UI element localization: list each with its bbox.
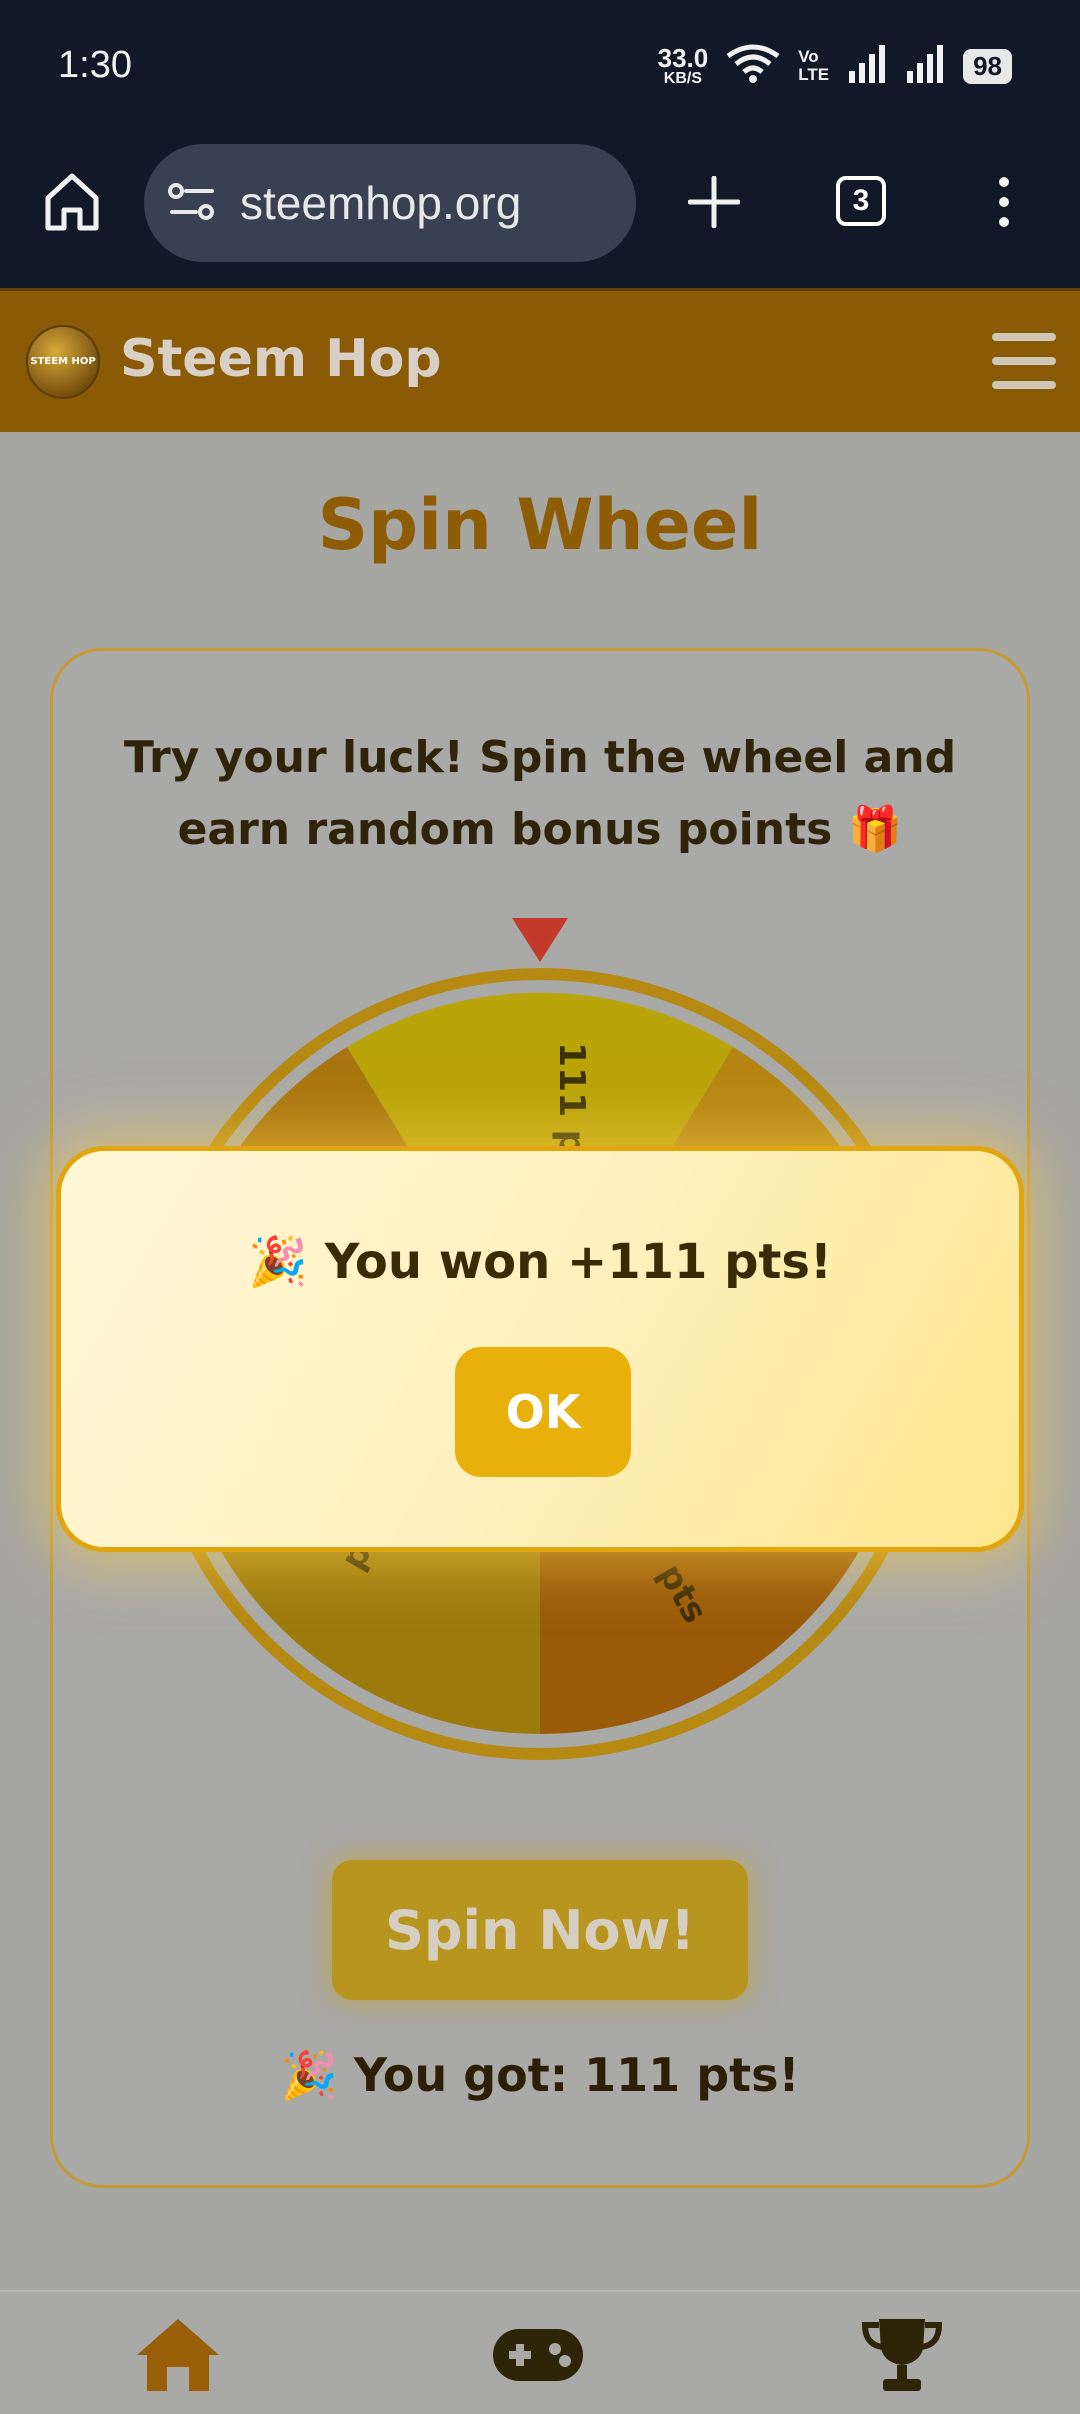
url-text[interactable]: steemhop.org — [240, 176, 521, 230]
wifi-icon — [726, 44, 780, 88]
menu-line — [992, 357, 1056, 365]
ok-button[interactable]: OK — [455, 1347, 631, 1477]
status-icons: 33.0 KB/S Vo LTE 98 — [658, 44, 1012, 88]
spin-result: 🎉 You got: 111 pts! — [0, 2048, 1080, 2103]
wheel-pointer-icon — [512, 918, 568, 962]
home-icon — [135, 2317, 221, 2397]
browser-toolbar: steemhop.org 3 — [0, 140, 1080, 288]
win-message-text: You won +111 pts! — [324, 1234, 832, 1290]
nav-games[interactable] — [478, 2312, 598, 2402]
volte-indicator: Vo LTE — [798, 48, 829, 84]
party-icon: 🎉 — [280, 2048, 338, 2102]
signal-icon-2 — [905, 45, 945, 87]
menu-icon[interactable] — [992, 333, 1056, 389]
win-dialog: 🎉 You won +111 pts! OK — [56, 1146, 1024, 1552]
spin-result-text: You got: 111 pts! — [353, 2048, 800, 2102]
url-bar[interactable]: steemhop.org — [144, 144, 636, 262]
menu-line — [992, 381, 1056, 389]
spin-description: Try your luck! Spin the wheel and earn r… — [100, 722, 980, 866]
net-speed-value: 33.0 — [657, 43, 709, 73]
nav-leaderboard[interactable] — [842, 2312, 962, 2402]
win-message: 🎉 You won +111 pts! — [61, 1233, 1019, 1290]
signal-icon — [847, 45, 887, 87]
page-title: Spin Wheel — [317, 484, 763, 566]
menu-line — [992, 333, 1056, 341]
tab-switcher-button[interactable]: 3 — [836, 176, 886, 226]
spin-now-button[interactable]: Spin Now! — [332, 1860, 748, 2000]
battery-indicator: 98 — [963, 48, 1012, 84]
description-line-1: Try your luck! Spin the wheel and — [123, 732, 957, 783]
volte-bottom: LTE — [798, 65, 830, 84]
party-popper-icon: 🎉 — [248, 1234, 308, 1290]
status-time: 1:30 — [58, 44, 132, 86]
status-bar: 1:30 33.0 KB/S Vo LTE 98 — [0, 0, 1080, 140]
net-speed-unit: KB/S — [663, 70, 703, 87]
more-menu-icon[interactable] — [996, 176, 1012, 232]
site-header: STEEM HOP Steem Hop — [0, 288, 1080, 432]
site-settings-icon[interactable] — [168, 182, 216, 226]
site-logo[interactable]: STEEM HOP — [26, 325, 100, 399]
trophy-icon — [859, 2315, 945, 2399]
volte-top: Vo — [798, 47, 819, 67]
gamepad-icon — [491, 2325, 585, 2389]
description-line-2: earn random bonus points 🎁 — [177, 804, 903, 855]
home-icon[interactable] — [44, 172, 100, 236]
new-tab-icon[interactable] — [687, 175, 741, 232]
nav-home[interactable] — [118, 2312, 238, 2402]
site-title[interactable]: Steem Hop — [120, 329, 442, 389]
bottom-nav — [0, 2290, 1080, 2414]
net-speed: 33.0 KB/S — [658, 45, 709, 87]
